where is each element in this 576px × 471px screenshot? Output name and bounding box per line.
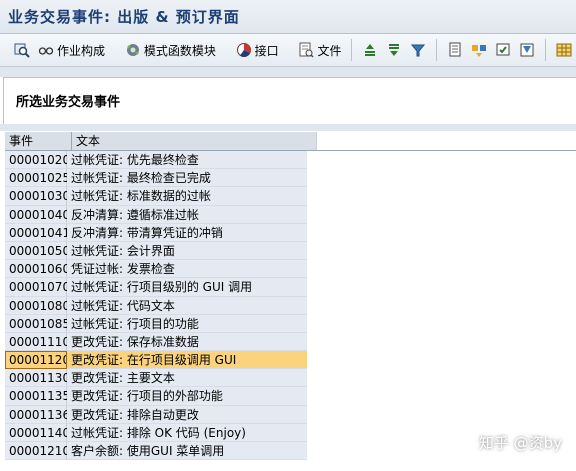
event-code-cell[interactable]: 00001135 bbox=[5, 387, 70, 406]
event-text-cell[interactable]: 客户余额: 使用GUI 菜单调用 bbox=[67, 442, 307, 461]
events-table: 事件 文本 00001020 过帐凭证: 优先最终检查 00001025 过帐凭证: … bbox=[5, 132, 576, 471]
table-row[interactable]: 00001020 过帐凭证: 优先最终检查 bbox=[5, 151, 576, 170]
table-settings-button[interactable] bbox=[552, 38, 576, 62]
event-text-cell[interactable]: 过帐凭证: 行项目的功能 bbox=[67, 314, 307, 333]
documentation-icon bbox=[298, 42, 314, 58]
table-row[interactable]: 00001070 过帐凭证: 行项目级别的 GUI 调用 bbox=[5, 278, 576, 297]
table-body: 00001020 过帐凭证: 优先最终检查 00001025 过帐凭证: 最终检查已完… bbox=[5, 151, 576, 461]
event-code-cell[interactable]: 00001041 bbox=[5, 223, 70, 242]
graphic-icon bbox=[519, 42, 535, 58]
event-code-cell[interactable]: 00001070 bbox=[5, 278, 70, 297]
event-text-cell[interactable]: 反冲清算: 带清算凭证的冲销 bbox=[67, 223, 307, 242]
event-code-cell[interactable]: 00001030 bbox=[5, 187, 70, 206]
documentation-button[interactable]: 文件 bbox=[294, 38, 345, 62]
event-code-cell[interactable]: 00001040 bbox=[5, 205, 70, 224]
event-code-cell[interactable]: 00001110 bbox=[5, 332, 70, 352]
window-title: 业务交易事件: 出版 & 预订界面 bbox=[8, 8, 240, 26]
table-row[interactable]: 00001085 过帐凭证: 行项目的功能 bbox=[5, 314, 576, 333]
toolbar-separator bbox=[351, 39, 353, 61]
event-code-cell[interactable]: 00001140 bbox=[5, 423, 70, 442]
event-text-cell[interactable]: 过帐凭证: 代码文本 bbox=[67, 296, 307, 315]
event-text-cell[interactable]: 过帐凭证: 排除 OK 代码 (Enjoy) bbox=[67, 423, 307, 442]
interface-icon bbox=[236, 42, 252, 58]
interface-button[interactable]: 接口 bbox=[232, 38, 283, 62]
event-text-cell[interactable]: 过帐凭证: 行项目级别的 GUI 调用 bbox=[67, 278, 307, 297]
toolbar-separator bbox=[436, 39, 438, 61]
documentation-label: 文件 bbox=[317, 43, 342, 58]
sort-descending-icon bbox=[386, 42, 402, 58]
event-text-cell[interactable]: 过帐凭证: 优先最终检查 bbox=[67, 151, 307, 170]
column-header-event[interactable]: 事件 bbox=[5, 132, 72, 150]
find-icon bbox=[14, 42, 30, 58]
area-divider bbox=[0, 124, 576, 131]
event-code-cell[interactable]: 00001020 bbox=[5, 151, 70, 170]
event-text-cell[interactable]: 更改凭证: 主要文本 bbox=[67, 369, 307, 388]
layout-button[interactable] bbox=[467, 38, 491, 62]
event-code-cell[interactable]: 00001120 bbox=[5, 351, 70, 370]
print-preview-icon bbox=[495, 42, 511, 58]
table-header: 事件 文本 bbox=[5, 132, 576, 151]
table-row[interactable]: 00001030 过帐凭证: 标准数据的过帐 bbox=[5, 187, 576, 206]
export-icon bbox=[447, 42, 463, 58]
table-row[interactable]: 00001040 反冲清算: 遵循标准过帐 bbox=[5, 205, 576, 224]
sort-descending-button[interactable] bbox=[382, 38, 406, 62]
job-composition-label: 作业构成 bbox=[57, 43, 106, 58]
event-code-cell[interactable]: 00001210 bbox=[5, 442, 70, 461]
job-composition-button[interactable]: 作业构成 bbox=[34, 38, 109, 62]
interface-label: 接口 bbox=[254, 43, 279, 58]
table-row[interactable]: 00001050 过帐凭证: 会计界面 bbox=[5, 241, 576, 261]
function-module-icon bbox=[125, 42, 141, 58]
area-divider bbox=[0, 67, 576, 77]
event-text-cell[interactable]: 更改凭证: 行项目的外部功能 bbox=[67, 387, 307, 406]
event-text-cell[interactable]: 反冲清算: 遵循标准过帐 bbox=[67, 205, 307, 224]
column-header-text[interactable]: 文本 bbox=[72, 132, 317, 150]
table-row[interactable]: 00001041 反冲清算: 带清算凭证的冲销 bbox=[5, 223, 576, 242]
filter-button[interactable] bbox=[406, 38, 430, 62]
table-grid-icon bbox=[556, 42, 572, 58]
table-row[interactable]: 00001120 更改凭证: 在行项目级调用 GUI bbox=[5, 351, 576, 370]
event-text-cell[interactable]: 过帐凭证: 标准数据的过帐 bbox=[67, 187, 307, 206]
event-text-cell[interactable]: 更改凭证: 排除自动更改 bbox=[67, 405, 307, 424]
event-text-cell[interactable]: 更改凭证: 在行项目级调用 GUI bbox=[67, 351, 307, 370]
graphic-button[interactable] bbox=[515, 38, 539, 62]
selected-events-panel: 所选业务交易事件 bbox=[3, 77, 576, 125]
event-code-cell[interactable]: 00001060 bbox=[5, 260, 70, 279]
event-code-cell[interactable]: 00001050 bbox=[5, 241, 70, 261]
filter-icon bbox=[410, 42, 426, 58]
glasses-icon bbox=[38, 42, 54, 58]
event-code-cell[interactable]: 00001080 bbox=[5, 296, 70, 315]
title-bar: 业务交易事件: 出版 & 预订界面 bbox=[0, 0, 576, 34]
toolbar: 作业构成 模式函数模块 接口 文件 bbox=[0, 34, 576, 67]
section-title: 所选业务交易事件 bbox=[16, 95, 121, 110]
table-row[interactable]: 00001025 过帐凭证: 最终检查已完成 bbox=[5, 169, 576, 188]
table-row[interactable]: 00001135 更改凭证: 行项目的外部功能 bbox=[5, 387, 576, 406]
print-preview-button[interactable] bbox=[491, 38, 515, 62]
sort-ascending-icon bbox=[362, 42, 378, 58]
sort-ascending-button[interactable] bbox=[358, 38, 382, 62]
sample-function-module-label: 模式函数模块 bbox=[143, 43, 216, 58]
layout-icon bbox=[471, 42, 487, 58]
event-code-cell[interactable]: 00001130 bbox=[5, 369, 70, 388]
table-row[interactable]: 00001080 过帐凭证: 代码文本 bbox=[5, 296, 576, 315]
find-button[interactable] bbox=[10, 38, 34, 62]
event-code-cell[interactable]: 00001085 bbox=[5, 314, 70, 333]
event-text-cell[interactable]: 过帐凭证: 最终检查已完成 bbox=[67, 169, 307, 188]
toolbar-separator bbox=[545, 39, 546, 61]
event-text-cell[interactable]: 凭证过帐: 发票检查 bbox=[67, 260, 307, 279]
event-code-cell[interactable]: 00001025 bbox=[5, 169, 70, 188]
watermark: 知乎 @资by bbox=[478, 434, 562, 452]
event-code-cell[interactable]: 00001136 bbox=[5, 405, 70, 424]
table-row[interactable]: 00001110 更改凭证: 保存标准数据 bbox=[5, 332, 576, 352]
table-row[interactable]: 00001136 更改凭证: 排除自动更改 bbox=[5, 405, 576, 424]
export-button[interactable] bbox=[443, 38, 467, 62]
event-text-cell[interactable]: 更改凭证: 保存标准数据 bbox=[67, 332, 307, 352]
table-row[interactable]: 00001060 凭证过帐: 发票检查 bbox=[5, 260, 576, 279]
event-text-cell[interactable]: 过帐凭证: 会计界面 bbox=[67, 241, 307, 261]
sample-function-module-button[interactable]: 模式函数模块 bbox=[121, 38, 220, 62]
table-row[interactable]: 00001130 更改凭证: 主要文本 bbox=[5, 369, 576, 388]
